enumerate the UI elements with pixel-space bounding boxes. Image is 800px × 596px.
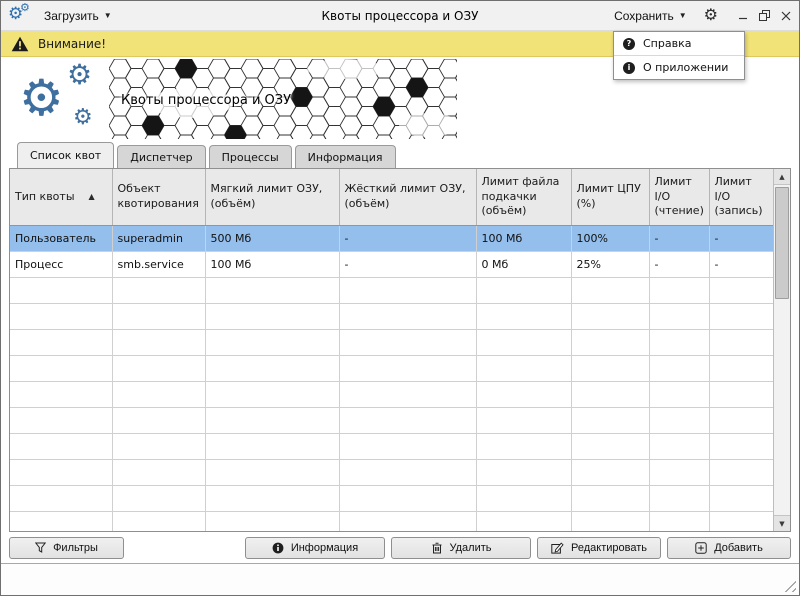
empty-row (10, 381, 773, 407)
gear-icon: ⚙ (73, 107, 93, 129)
column-header-io-read-limit[interactable]: Лимит I/O (чтение) (649, 169, 709, 225)
gear-icon: ⚙ (704, 8, 718, 24)
hero-title: Квоты процессора и ОЗУ (121, 93, 291, 108)
column-header-soft-ram-limit[interactable]: Мягкий лимит ОЗУ, (объём) (205, 169, 339, 225)
trash-icon (431, 542, 443, 554)
app-logo-gears-icon: ⚙ ⚙ (9, 5, 31, 27)
empty-row (10, 407, 773, 433)
maximize-button[interactable] (759, 10, 770, 21)
maximize-icon (759, 10, 770, 21)
tab-bar: Список квот Диспетчер Процессы Информаци… (1, 141, 799, 168)
warning-text: Внимание! (38, 37, 106, 51)
empty-row (10, 485, 773, 511)
table-row[interactable]: Пользователь superadmin 500 Мб - 100 Мб … (10, 225, 773, 251)
tab-quota-list[interactable]: Список квот (17, 142, 114, 168)
menu-item-about[interactable]: i О приложении (614, 55, 744, 79)
minimize-button[interactable] (738, 11, 748, 21)
menu-item-label: О приложении (643, 61, 728, 74)
settings-gear-button[interactable]: ⚙ (702, 8, 720, 24)
sort-asc-icon: ▲ (89, 192, 95, 202)
tab-processes[interactable]: Процессы (209, 145, 292, 168)
empty-row (10, 433, 773, 459)
question-circle-icon: ? (623, 38, 635, 50)
column-header-hard-ram-limit[interactable]: Жёсткий лимит ОЗУ, (объём) (339, 169, 476, 225)
empty-row (10, 355, 773, 381)
gear-icon: ⚙ (19, 73, 64, 123)
table-header-row: Тип квоты ▲ Объект квотирования Мягкий л… (10, 169, 773, 225)
load-button[interactable]: Загрузить ▼ (39, 6, 117, 26)
chevron-down-icon: ▼ (679, 12, 687, 20)
chevron-down-icon: ▼ (104, 12, 112, 20)
quota-table: Тип квоты ▲ Объект квотирования Мягкий л… (10, 169, 773, 531)
vertical-scrollbar[interactable]: ▲ ▼ (773, 169, 790, 531)
scrollbar-thumb[interactable] (775, 187, 789, 299)
close-icon (781, 11, 791, 21)
scrollbar-track[interactable] (774, 185, 790, 515)
edit-pencil-icon (551, 542, 564, 554)
info-button[interactable]: Информация (245, 537, 385, 559)
status-bar (1, 563, 799, 595)
empty-row (10, 303, 773, 329)
settings-dropdown-menu: ? Справка i О приложении (613, 31, 745, 80)
filters-button[interactable]: Фильтры (9, 537, 124, 559)
column-header-io-write-limit[interactable]: Лимит I/O (запись) (709, 169, 773, 225)
empty-row (10, 459, 773, 485)
titlebar[interactable]: ⚙ ⚙ Загрузить ▼ Квоты процессора и ОЗУ С… (1, 1, 799, 31)
app-window: ⚙ ⚙ Загрузить ▼ Квоты процессора и ОЗУ С… (0, 0, 800, 596)
add-button[interactable]: Добавить (667, 537, 791, 559)
quota-table-frame: Тип квоты ▲ Объект квотирования Мягкий л… (9, 168, 791, 532)
menu-item-help[interactable]: ? Справка (614, 32, 744, 55)
gear-icon: ⚙ (67, 61, 92, 89)
column-header-cpu-limit[interactable]: Лимит ЦПУ (%) (571, 169, 649, 225)
gear-icon: ⚙ (20, 2, 30, 13)
quota-table-body: Пользователь superadmin 500 Мб - 100 Мб … (10, 225, 773, 531)
action-bar: Фильтры Информация Удалить Редактировать… (1, 532, 799, 563)
save-button-label: Сохранить (614, 9, 674, 23)
load-button-label: Загрузить (44, 9, 99, 23)
resize-grip[interactable] (783, 579, 796, 592)
info-circle-icon: i (623, 62, 635, 74)
tab-dispatcher[interactable]: Диспетчер (117, 145, 205, 168)
warning-triangle-icon (11, 36, 29, 52)
table-row[interactable]: Процесс smb.service 100 Мб - 0 Мб 25% - … (10, 251, 773, 277)
scroll-down-button[interactable]: ▼ (774, 515, 790, 531)
save-button[interactable]: Сохранить ▼ (609, 6, 692, 26)
scroll-up-button[interactable]: ▲ (774, 169, 790, 185)
menu-item-label: Справка (643, 37, 691, 50)
close-button[interactable] (781, 11, 791, 21)
empty-row (10, 511, 773, 531)
empty-row (10, 277, 773, 303)
column-header-quota-type[interactable]: Тип квоты ▲ (10, 169, 112, 225)
column-header-quota-object[interactable]: Объект квотирования (112, 169, 205, 225)
empty-row (10, 329, 773, 355)
tab-information[interactable]: Информация (295, 145, 396, 168)
filter-icon (35, 542, 46, 553)
edit-button[interactable]: Редактировать (537, 537, 661, 559)
column-header-swap-limit[interactable]: Лимит файла подкачки (объём) (476, 169, 571, 225)
hero-gears-icon: ⚙ ⚙ ⚙ (13, 59, 113, 139)
minimize-icon (738, 11, 748, 21)
delete-button[interactable]: Удалить (391, 537, 531, 559)
plus-icon (695, 542, 707, 554)
info-circle-icon (272, 542, 284, 554)
